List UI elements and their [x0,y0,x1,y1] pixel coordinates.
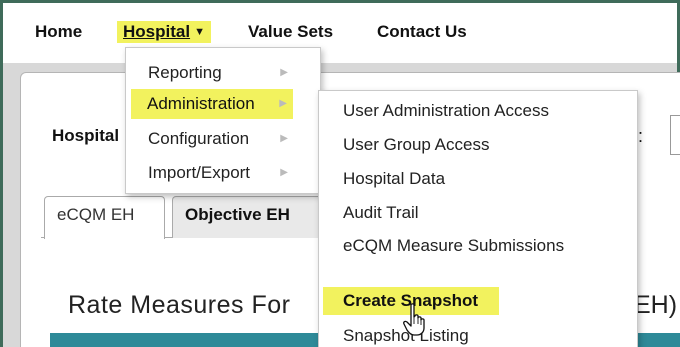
menu-item-ecqm-measure-submissions[interactable]: eCQM Measure Submissions [323,232,564,260]
chevron-right-icon: ▶ [280,133,288,144]
chevron-right-icon: ▶ [279,98,287,109]
caret-down-icon: ▼ [194,26,205,38]
menu-item-label: Import/Export [148,163,251,182]
tab-ecqm-eh[interactable]: eCQM EH [44,196,165,239]
administration-submenu: User Administration Access User Group Ac… [318,90,638,347]
nav-home-link[interactable]: Home [29,21,88,43]
tab-objective-eh[interactable]: Objective EH [172,196,322,238]
menu-item-administration[interactable]: Administration ▶ [131,89,293,119]
hospital-field-label: Hospital [52,126,120,145]
menu-item-reporting[interactable]: Reporting ▶ [132,58,312,88]
menu-item-label: Reporting [148,63,222,82]
nav-hospital-menu[interactable]: Hospital ▼ [117,21,211,43]
nav-contact-us-link[interactable]: Contact Us [371,21,473,43]
hand-pointer-icon [403,303,425,336]
page-title-suffix: EH) [634,291,678,319]
menu-item-import-export[interactable]: Import/Export ▶ [132,158,312,188]
chevron-right-icon: ▶ [280,167,288,178]
menu-item-snapshot-listing[interactable]: Snapshot Listing [323,322,469,347]
menu-item-user-administration-access[interactable]: User Administration Access [323,97,549,125]
nav-hospital-label: Hospital [123,22,191,41]
menu-item-audit-trail[interactable]: Audit Trail [323,199,419,227]
chevron-right-icon: ▶ [280,67,288,78]
nav-value-sets-link[interactable]: Value Sets [242,21,339,43]
menu-item-user-group-access[interactable]: User Group Access [323,131,489,159]
page-title: Rate Measures For [68,291,291,319]
hospital-dropdown-menu: Reporting ▶ Administration ▶ Configurati… [125,47,321,194]
menu-item-label: Administration [147,94,255,113]
top-navigation-bar [3,3,677,63]
menu-item-configuration[interactable]: Configuration ▶ [132,124,312,154]
menu-item-label: Configuration [148,129,250,148]
menu-item-hospital-data[interactable]: Hospital Data [323,165,445,193]
date-input[interactable] [670,115,680,155]
